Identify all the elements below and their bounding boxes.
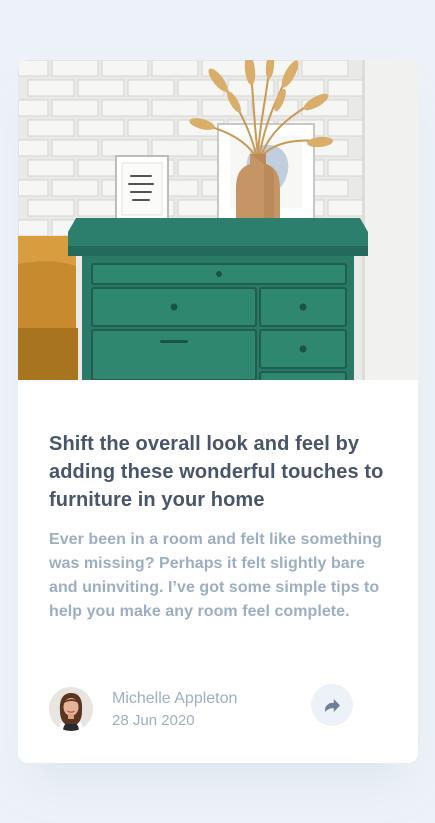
article-content: Shift the overall look and feel by addin… [49,430,394,624]
share-button[interactable] [311,684,353,726]
share-arrow-icon [324,698,340,712]
publish-date: 28 Jun 2020 [112,712,195,729]
author-avatar [49,687,93,731]
article-title[interactable]: Shift the overall look and feel by addin… [49,430,394,514]
author-row: Michelle Appleton 28 Jun 2020 [49,684,394,733]
article-image [18,60,418,380]
author-name: Michelle Appleton [112,690,238,707]
article-description: Ever been in a room and felt like someth… [49,531,382,620]
article-card: Shift the overall look and feel by addin… [18,60,418,763]
